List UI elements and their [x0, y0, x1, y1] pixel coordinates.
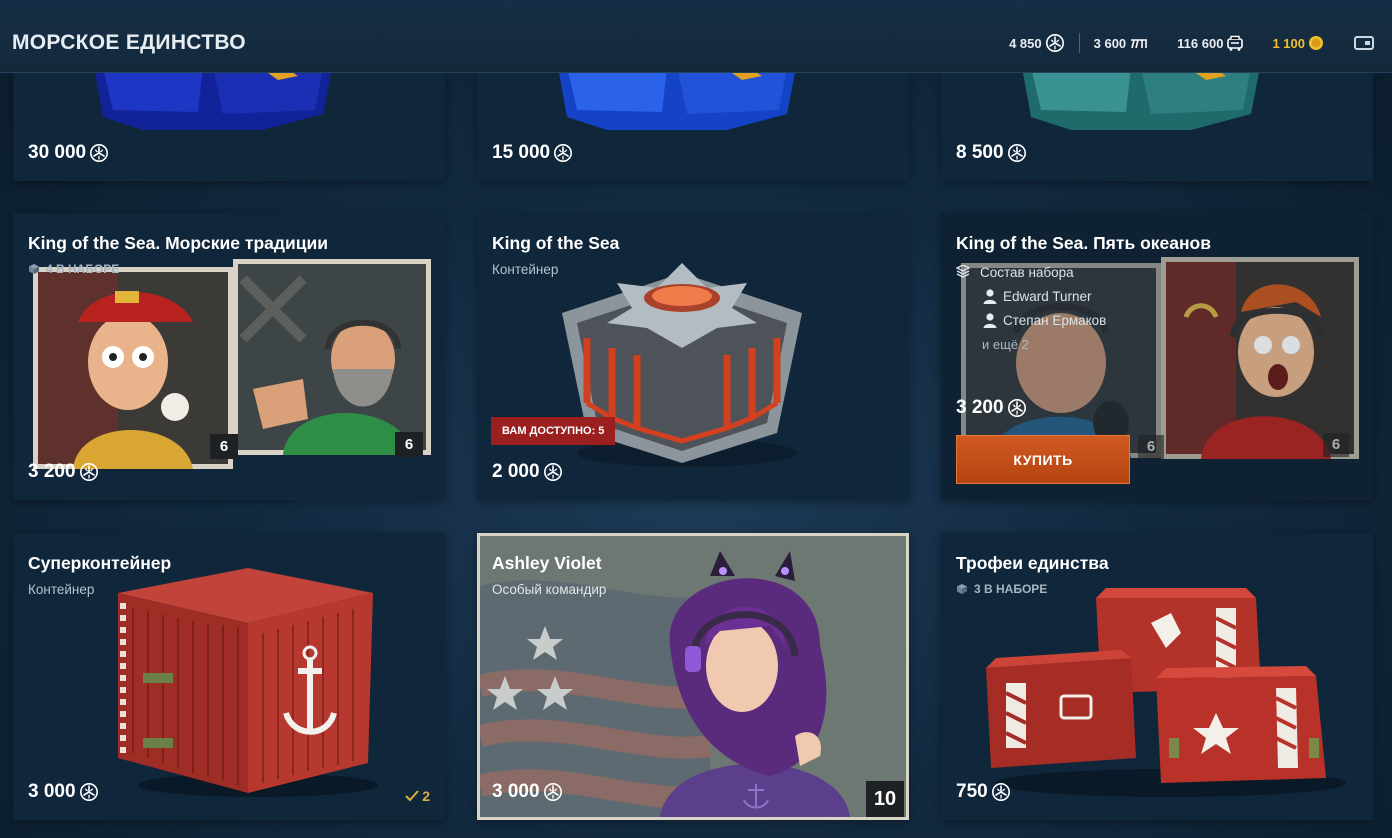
commander-portrait	[233, 259, 431, 455]
price: 3 200	[28, 461, 99, 483]
cube-icon	[956, 583, 968, 595]
card-unity-trophies[interactable]: Трофеи единства 3 В НАБОРЕ 750	[941, 533, 1373, 820]
unity-balance[interactable]: 4 850	[995, 33, 1080, 53]
set-icon	[956, 265, 970, 278]
crate-image	[94, 72, 332, 130]
price-value: 8 500	[956, 142, 1004, 163]
set-count-label: 3 В НАБОРЕ	[974, 582, 1048, 596]
commander-portrait	[1161, 257, 1359, 459]
doubloons-value: 1 100	[1272, 35, 1305, 51]
set-contents-tree: Edward Turner Степан Ермаков и ещё 2	[963, 284, 1106, 356]
quantity-badge: 10	[866, 781, 904, 817]
set-count: 4 В НАБОРЕ	[28, 262, 119, 276]
price-value: 3 000	[492, 781, 540, 802]
price: 8 500	[956, 142, 1027, 164]
credits-balance[interactable]: 116 600	[1163, 35, 1258, 51]
card-ashley-violet[interactable]: Ashley Violet Особый командир 10 3 000	[477, 533, 909, 820]
price: 3 000	[28, 781, 99, 803]
check-icon	[405, 790, 419, 802]
commander-portrait	[33, 267, 233, 469]
top-card-1[interactable]: 30 000	[13, 72, 445, 181]
crate-image	[558, 72, 796, 130]
card-title: Ashley Violet	[492, 553, 602, 573]
top-card-2[interactable]: 15 000	[477, 72, 909, 181]
card-title: King of the Sea. Пять океанов	[956, 233, 1212, 253]
unity-icon	[89, 143, 109, 163]
card-king-of-the-sea[interactable]: King of the Sea Контейнер ВАМ ДОСТУПНО: …	[477, 213, 909, 500]
card-title: Трофеи единства	[956, 553, 1109, 573]
price: 750	[956, 781, 1011, 803]
unity-icon	[1045, 33, 1065, 53]
set-item[interactable]: Степан Ермаков	[982, 308, 1106, 332]
unity-icon	[543, 462, 563, 482]
credits-value: 116 600	[1177, 35, 1224, 51]
unity-icon	[79, 462, 99, 482]
doubloons-balance[interactable]: 1 100	[1258, 35, 1338, 51]
available-badge: ВАМ ДОСТУПНО: 5	[491, 417, 616, 445]
price-value: 3 200	[28, 461, 76, 482]
unity-icon	[79, 782, 99, 802]
currency-bar: 4 850 3 600 116 600 1 100	[995, 33, 1374, 53]
free-xp-value: 3 600	[1093, 35, 1127, 51]
unity-icon	[1007, 143, 1027, 163]
wallet-icon[interactable]	[1354, 36, 1374, 50]
set-item-label: Степан Ермаков	[1003, 312, 1107, 328]
price-value: 2 000	[492, 461, 540, 482]
trophy-crates-image	[986, 588, 1346, 797]
supercontainer-image	[118, 568, 378, 797]
quantity-badge: 6	[210, 434, 238, 459]
card-title: Суперконтейнер	[28, 553, 172, 573]
price-value: 15 000	[492, 142, 551, 163]
card-subtitle: Особый командир	[492, 582, 607, 597]
price-value: 30 000	[28, 142, 87, 163]
price: 3 000	[492, 781, 563, 803]
unity-icon	[1007, 398, 1027, 418]
card-supercontainer[interactable]: Суперконтейнер Контейнер 3 000 2	[13, 533, 445, 820]
price-value: 3 200	[956, 397, 1004, 418]
unity-icon	[543, 782, 563, 802]
free-xp-icon	[1131, 39, 1148, 49]
owned-count: 2	[405, 788, 430, 804]
person-icon	[982, 312, 998, 328]
price-value: 3 000	[28, 781, 76, 802]
price: 2 000	[492, 461, 563, 483]
card-subtitle: Контейнер	[492, 262, 559, 277]
set-count: 3 В НАБОРЕ	[956, 582, 1047, 596]
set-contents-label: Состав набора	[980, 264, 1074, 280]
crate-image	[1022, 72, 1260, 130]
card-five-oceans[interactable]: King of the Sea. Пять океанов Состав наб…	[941, 213, 1373, 500]
buy-button[interactable]: КУПИТЬ	[956, 435, 1130, 484]
quantity-badge: 6	[1323, 433, 1349, 457]
doubloons-icon	[1309, 36, 1323, 50]
set-contents: Состав набора Edward Turner Степан Ермак…	[956, 260, 1106, 356]
quantity-badge: 6	[395, 432, 423, 457]
unity-icon	[553, 143, 573, 163]
owned-count-value: 2	[422, 788, 430, 804]
commander-portrait	[480, 536, 906, 817]
card-sea-traditions[interactable]: King of the Sea. Морские традиции 4 В НА…	[13, 213, 445, 500]
set-contents-header: Состав набора	[956, 260, 1106, 284]
price-value: 750	[956, 781, 988, 802]
top-card-3[interactable]: 8 500	[941, 72, 1373, 181]
set-count-label: 4 В НАБОРЕ	[46, 262, 120, 276]
quantity-badge: 6	[1138, 435, 1164, 459]
price: 3 200	[956, 397, 1027, 419]
set-item[interactable]: Edward Turner	[982, 284, 1106, 308]
card-subtitle: Контейнер	[28, 582, 95, 597]
page-title: МОРСКОЕ ЕДИНСТВО	[12, 31, 246, 54]
price: 15 000	[492, 142, 573, 164]
unity-balance-value: 4 850	[1009, 35, 1042, 51]
unity-icon	[991, 782, 1011, 802]
set-item-label: Edward Turner	[1003, 288, 1092, 304]
top-bar: МОРСКОЕ ЕДИНСТВО 4 850 3 600 116 600 1 1…	[0, 0, 1392, 73]
credits-icon	[1227, 35, 1244, 51]
person-icon	[982, 288, 998, 304]
card-title: King of the Sea	[492, 233, 620, 253]
price: 30 000	[28, 142, 109, 164]
card-title: King of the Sea. Морские традиции	[28, 233, 329, 253]
cube-icon	[28, 263, 40, 275]
set-more[interactable]: и ещё 2	[982, 332, 1106, 356]
free-xp-balance[interactable]: 3 600	[1080, 36, 1164, 51]
